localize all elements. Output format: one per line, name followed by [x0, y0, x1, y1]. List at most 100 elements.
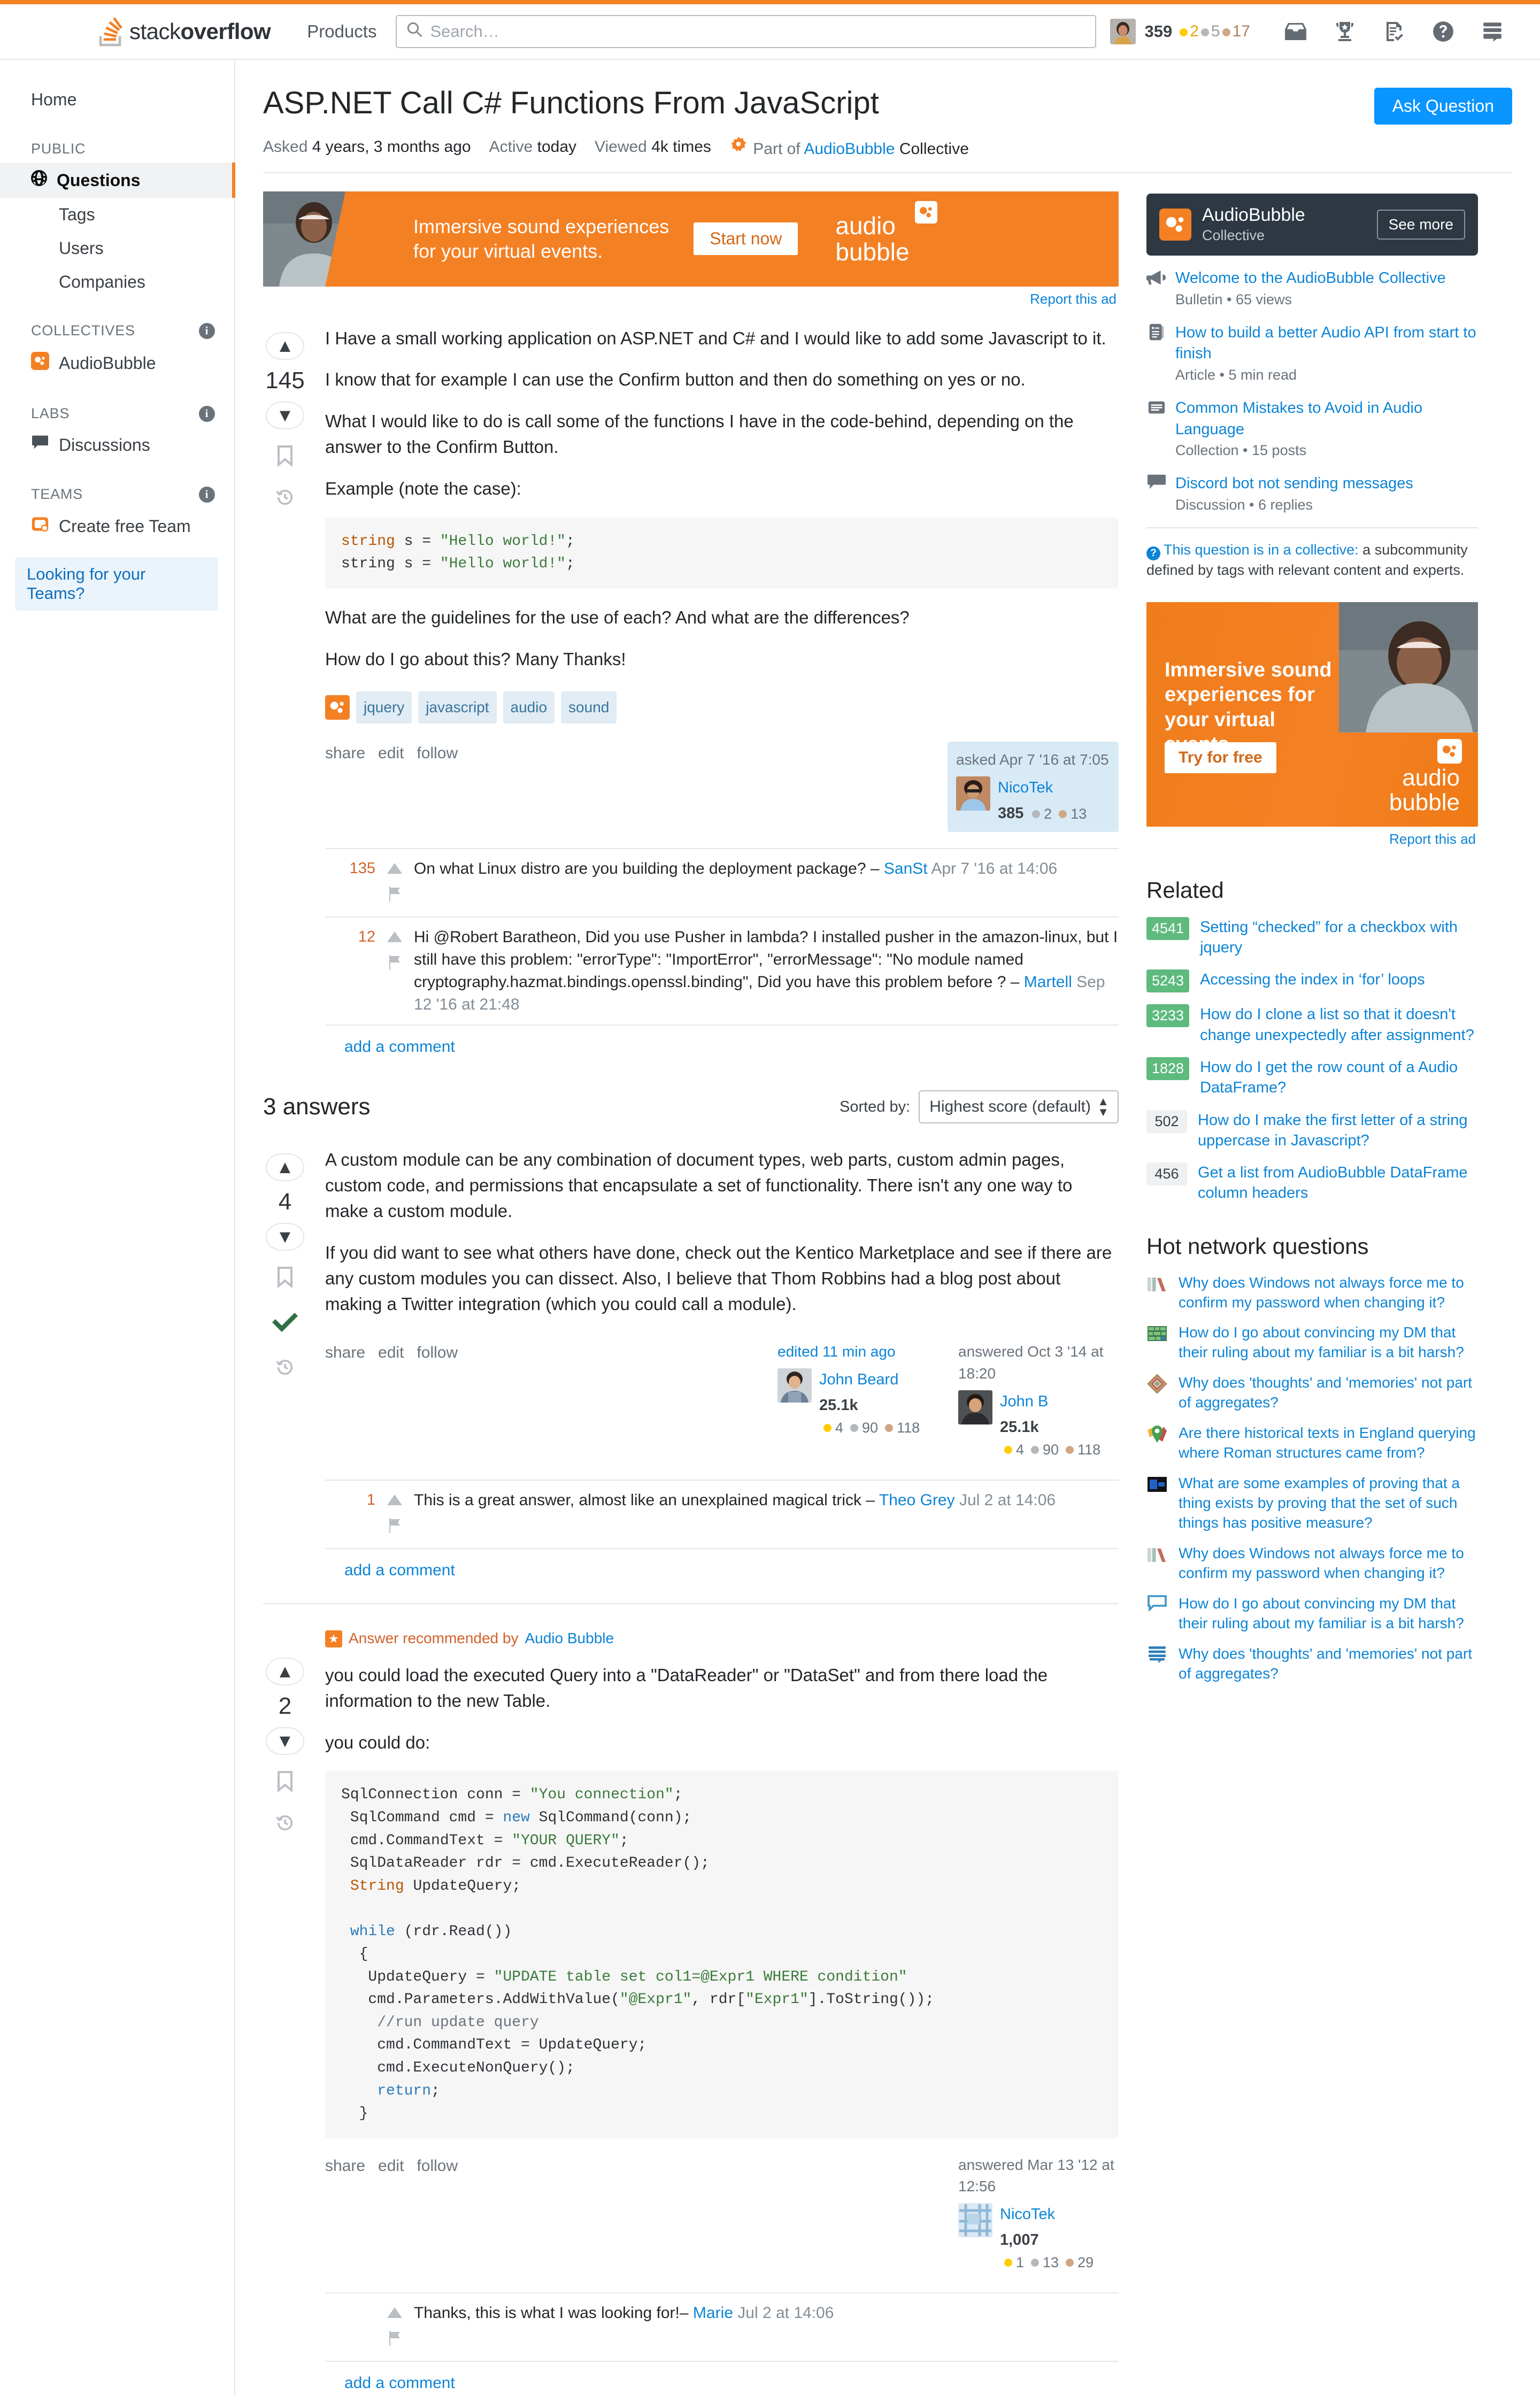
related-item[interactable]: 456 Get a list from AudioBubble DataFrame… [1146, 1162, 1478, 1204]
collective-item-title[interactable]: Discord bot not sending messages [1175, 475, 1413, 492]
add-comment-link[interactable]: add a comment [325, 1549, 1119, 1582]
hot-question-title[interactable]: What are some examples of proving that a… [1179, 1474, 1478, 1533]
collective-meta[interactable]: Part of AudioBubble Collective [729, 136, 969, 158]
related-item[interactable]: 4541 Setting “checked” for a checkbox wit… [1146, 917, 1478, 958]
sidebar-item-tags[interactable]: Tags [0, 198, 234, 232]
related-title-link[interactable]: Accessing the index in ‘for’ loops [1200, 969, 1425, 990]
sidebar-item-users[interactable]: Users [0, 232, 234, 265]
question-author-name[interactable]: NicoTek [998, 776, 1087, 799]
flag-icon[interactable] [388, 2330, 401, 2352]
related-title-link[interactable]: How do I make the first letter of a stri… [1198, 1110, 1478, 1151]
hot-question-item[interactable]: Are there historical texts in England qu… [1146, 1423, 1478, 1463]
flag-icon[interactable] [388, 1517, 401, 1539]
downvote-button[interactable]: ▼ [266, 1727, 304, 1755]
add-comment-link[interactable]: add a comment [325, 2362, 1119, 2395]
answer-editor-name[interactable]: John Beard [819, 1368, 938, 1391]
upvote-button[interactable]: ▲ [266, 1658, 304, 1686]
user-reputation[interactable]: 359 [1144, 22, 1172, 41]
hot-question-item[interactable]: Why does Windows not always force me to … [1146, 1273, 1478, 1313]
follow-link[interactable]: follow [417, 2154, 458, 2178]
hot-question-item[interactable]: Why does Windows not always force me to … [1146, 1544, 1478, 1583]
related-item[interactable]: 3233 How do I clone a list so that it doe… [1146, 1004, 1478, 1045]
sort-select[interactable]: Highest score (default) ▲ ▼ [919, 1090, 1119, 1124]
follow-link[interactable]: follow [417, 742, 458, 765]
hot-question-item[interactable]: How do I go about convincing my DM that … [1146, 1594, 1478, 1634]
related-title-link[interactable]: Get a list from AudioBubble DataFrame co… [1198, 1162, 1478, 1204]
history-icon[interactable] [275, 1357, 295, 1383]
hot-question-title[interactable]: How do I go about convincing my DM that … [1179, 1323, 1478, 1362]
share-link[interactable]: share [325, 1341, 365, 1365]
comment-author[interactable]: Marie [693, 2304, 733, 2322]
hot-question-title[interactable]: Why does Windows not always force me to … [1179, 1273, 1478, 1313]
tag-item[interactable]: jquery [356, 691, 412, 724]
ask-question-button[interactable]: Ask Question [1374, 88, 1512, 125]
downvote-button[interactable]: ▼ [266, 401, 304, 429]
share-link[interactable]: share [325, 742, 365, 765]
collective-item-title[interactable]: How to build a better Audio API from sta… [1175, 324, 1476, 363]
comment-author[interactable]: Martell [1024, 973, 1072, 991]
recommend-collective-link[interactable]: Audio Bubble [525, 1628, 614, 1650]
products-menu[interactable]: Products [293, 21, 390, 42]
sidebar-ad-button[interactable]: Try for free [1165, 742, 1276, 773]
sidebar-item-create-free-team[interactable]: Create free Team [0, 508, 234, 544]
collective-list-item[interactable]: Welcome to the AudioBubble Collective Bu… [1145, 267, 1478, 308]
collective-list-item[interactable]: Common Mistakes to Avoid in Audio Langua… [1146, 397, 1478, 459]
history-icon[interactable] [275, 1813, 295, 1838]
answer-author-name[interactable]: NicoTek [1000, 2203, 1119, 2225]
related-item[interactable]: 1828 How do I get the row count of a Audi… [1146, 1057, 1478, 1098]
upvote-button[interactable]: ▲ [266, 332, 304, 360]
bookmark-icon[interactable] [275, 444, 295, 472]
help-icon[interactable] [1431, 20, 1456, 43]
teams-cta-link[interactable]: Looking for your Teams? [15, 557, 218, 611]
inbox-icon[interactable] [1283, 20, 1308, 43]
collective-notice-link[interactable]: This question is in a collective: [1164, 542, 1359, 558]
bookmark-icon[interactable] [275, 1266, 295, 1293]
hot-question-title[interactable]: Why does Windows not always force me to … [1179, 1544, 1478, 1583]
edit-link[interactable]: edit [378, 2154, 404, 2178]
stackoverflow-logo[interactable]: stackoverflow [96, 16, 271, 47]
answer-editor-card[interactable]: edited 11 min ago John Beard 25.1k 4 90 … [777, 1341, 938, 1460]
comment-upvote-icon[interactable] [387, 2302, 402, 2324]
banner-ad-button[interactable]: Start now [694, 222, 798, 256]
sidebar-item-audiobubble[interactable]: AudioBubble [0, 344, 234, 382]
hot-question-item[interactable]: What are some examples of proving that a… [1146, 1474, 1478, 1533]
collective-link[interactable]: AudioBubble [804, 140, 895, 158]
bookmark-icon[interactable] [275, 1770, 295, 1798]
hot-question-title[interactable]: Why does 'thoughts' and 'memories' not p… [1179, 1644, 1478, 1684]
collective-tag-icon[interactable] [325, 695, 350, 720]
report-this-ad-link[interactable]: Report this ad [1146, 827, 1478, 848]
comment-author[interactable]: SanSt [884, 860, 928, 877]
answer-author-card[interactable]: answered Mar 13 '12 at 12:56 NicoTek 1,0… [958, 2154, 1119, 2273]
answer-author-card[interactable]: answered Oct 3 '14 at 18:20 John B 25.1k… [958, 1341, 1119, 1460]
related-title-link[interactable]: Setting “checked” for a checkbox with jq… [1200, 917, 1478, 958]
hot-question-item[interactable]: How do I go about convincing my DM that … [1146, 1323, 1478, 1362]
follow-link[interactable]: follow [417, 1341, 458, 1365]
info-icon[interactable]: i [199, 322, 215, 339]
info-icon[interactable]: i [199, 405, 215, 422]
related-item[interactable]: 502 How do I make the first letter of a s… [1146, 1110, 1478, 1151]
downvote-button[interactable]: ▼ [266, 1223, 304, 1251]
comment-upvote-icon[interactable] [387, 926, 402, 949]
collective-list-item[interactable]: How to build a better Audio API from sta… [1146, 322, 1478, 383]
user-badges[interactable]: 2 5 17 [1180, 22, 1250, 41]
flag-icon[interactable] [388, 954, 401, 976]
tag-item[interactable]: audio [503, 691, 555, 724]
edit-link[interactable]: edit [378, 742, 404, 765]
comment-author[interactable]: Theo Grey [879, 1491, 955, 1509]
sidebar-item-home[interactable]: Home [0, 82, 234, 117]
share-link[interactable]: share [325, 2154, 365, 2178]
upvote-button[interactable]: ▲ [266, 1153, 304, 1182]
answer-author-name[interactable]: John B [1000, 1390, 1119, 1413]
tag-item[interactable]: sound [561, 691, 617, 724]
hot-question-title[interactable]: How do I go about convincing my DM that … [1179, 1594, 1478, 1634]
hot-question-item[interactable]: Why does 'thoughts' and 'memories' not p… [1146, 1373, 1478, 1413]
collective-list-item[interactable]: Discord bot not sending messages Discuss… [1146, 473, 1478, 513]
collective-item-title[interactable]: Common Mistakes to Avoid in Audio Langua… [1175, 399, 1422, 438]
hot-question-title[interactable]: Why does 'thoughts' and 'memories' not p… [1179, 1373, 1478, 1413]
related-title-link[interactable]: How do I clone a list so that it doesn't… [1200, 1004, 1478, 1045]
comment-upvote-icon[interactable] [387, 858, 402, 880]
info-icon[interactable]: i [199, 486, 215, 503]
trophy-icon[interactable] [1333, 20, 1357, 43]
flag-icon[interactable] [388, 885, 401, 908]
stacks-icon[interactable] [1480, 20, 1505, 43]
